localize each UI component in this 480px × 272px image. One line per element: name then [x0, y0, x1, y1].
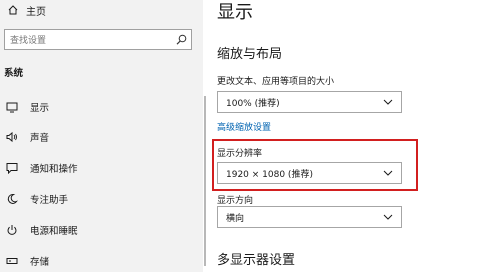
resolution-value: 1920 × 1080 (推荐) [226, 169, 313, 180]
orientation-label: 显示方向 [217, 196, 254, 206]
sidebar-item-label: 存储 [30, 257, 50, 268]
search-input[interactable]: 查找设置 [4, 29, 192, 50]
orientation-value: 横向 [226, 213, 245, 224]
sidebar-item-power-sleep[interactable]: 电源和睡眠 [0, 222, 203, 238]
section-title: 系统 [4, 68, 24, 79]
sidebar-item-label: 通知和操作 [30, 164, 78, 175]
sidebar-item-focus-assist[interactable]: 专注助手 [0, 191, 203, 207]
sidebar-item-sound[interactable]: 声音 [0, 129, 203, 145]
moon-icon [7, 193, 18, 204]
search-placeholder: 查找设置 [10, 36, 47, 46]
scale-value: 100% (推荐) [226, 98, 280, 109]
sidebar-item-label: 显示 [30, 103, 50, 114]
sidebar: 主页 查找设置 系统 显示 声音 通知和操作 专注助手 电源和睡眠 存储 [0, 0, 203, 272]
main-content: 显示 缩放与布局 更改文本、应用等项目的大小 100% (推荐) 高级缩放设置 … [207, 0, 480, 272]
speaker-icon [6, 131, 17, 143]
scrollbar-thumb[interactable] [204, 96, 206, 266]
scale-layout-heading: 缩放与布局 [217, 47, 283, 62]
home-label: 主页 [26, 6, 46, 18]
resolution-dropdown[interactable]: 1920 × 1080 (推荐) [217, 162, 402, 184]
scale-dropdown[interactable]: 100% (推荐) [217, 91, 402, 113]
sidebar-item-storage[interactable]: 存储 [0, 253, 203, 269]
chevron-down-icon [383, 99, 393, 105]
notification-icon [6, 163, 18, 174]
multi-display-heading: 多显示器设置 [217, 253, 296, 268]
sidebar-item-display[interactable]: 显示 [0, 99, 203, 115]
sidebar-item-label: 专注助手 [30, 195, 69, 206]
home-icon [8, 5, 18, 15]
storage-icon [6, 258, 18, 264]
chevron-down-icon [383, 214, 393, 220]
home-nav[interactable]: 主页 [8, 3, 46, 18]
monitor-icon [6, 102, 18, 113]
sidebar-item-label: 电源和睡眠 [30, 226, 78, 237]
scale-label: 更改文本、应用等项目的大小 [217, 77, 335, 87]
search-icon [176, 34, 187, 45]
power-icon [7, 225, 17, 235]
orientation-dropdown[interactable]: 横向 [217, 206, 402, 228]
advanced-scaling-link[interactable]: 高级缩放设置 [217, 120, 271, 133]
sidebar-item-label: 声音 [30, 133, 50, 144]
page-title: 显示 [217, 2, 253, 23]
sidebar-item-notifications[interactable]: 通知和操作 [0, 160, 203, 176]
resolution-label: 显示分辨率 [217, 149, 263, 159]
chevron-down-icon [383, 170, 393, 176]
